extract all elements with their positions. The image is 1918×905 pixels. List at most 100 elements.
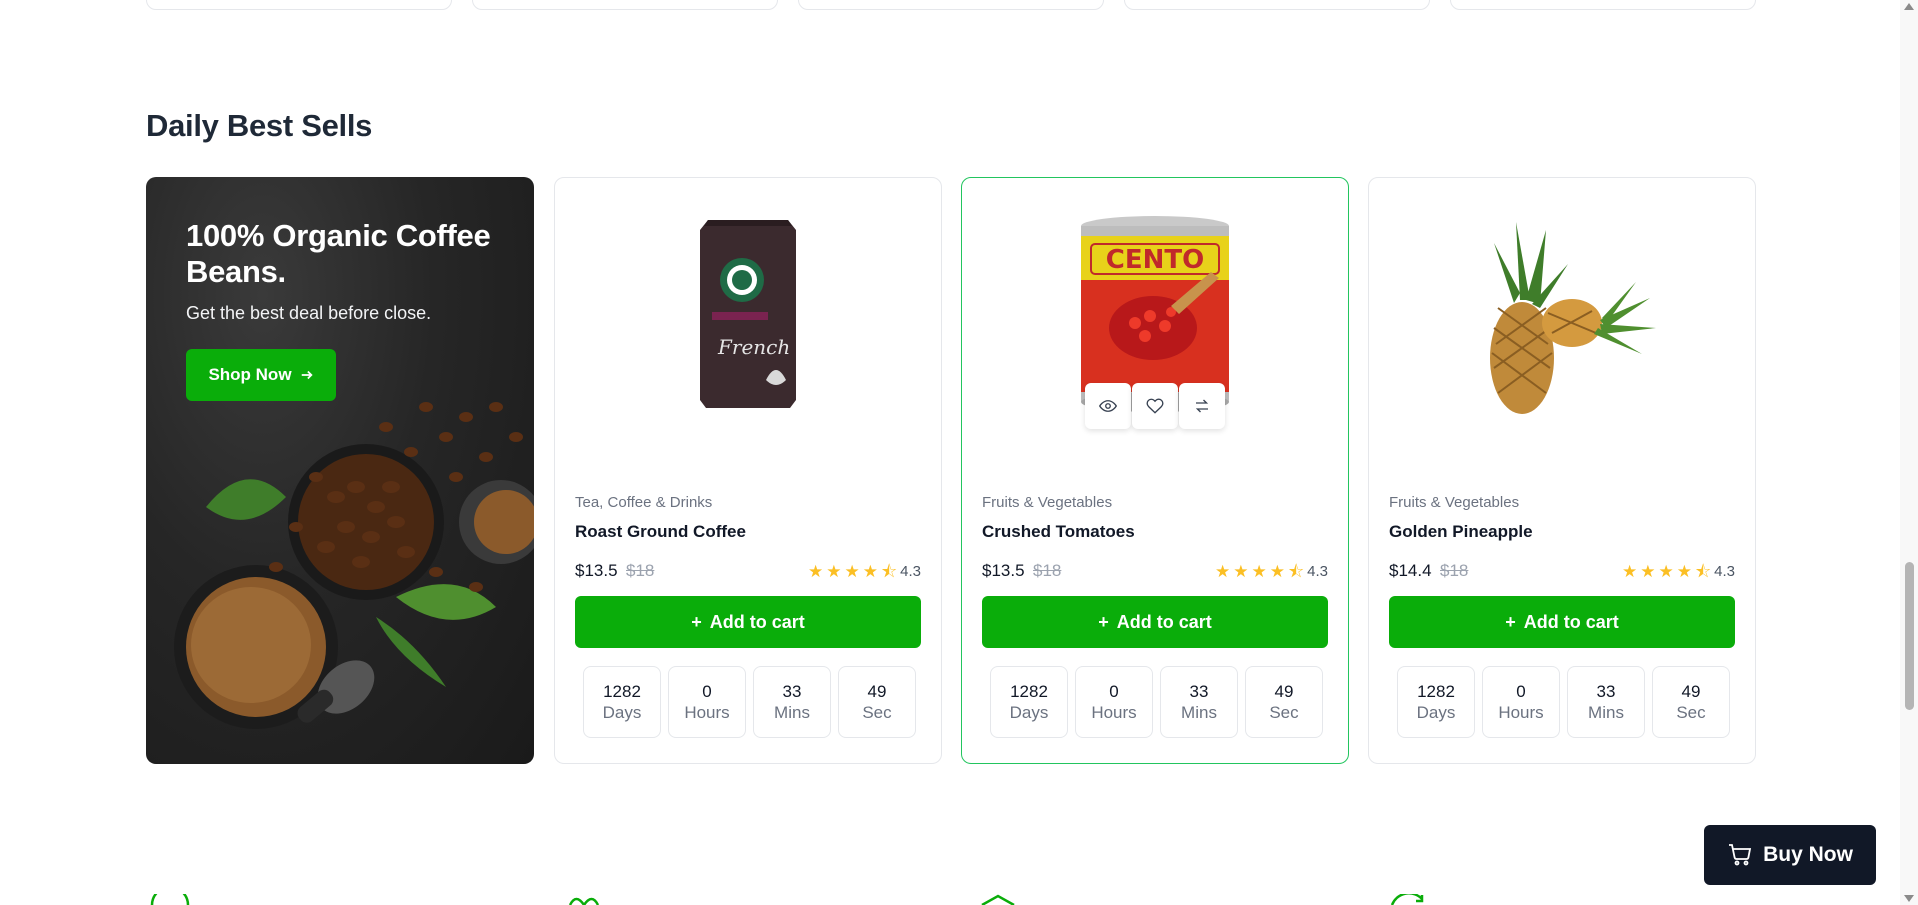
timer-value: 33 bbox=[1189, 682, 1209, 701]
product-category: Tea, Coffee & Drinks bbox=[575, 494, 713, 511]
add-to-cart-label: Add to cart bbox=[1116, 611, 1212, 632]
rating-value: 4.3 bbox=[900, 562, 921, 580]
rating: ★ ★ ★ ★ ⯪ 4.3 bbox=[808, 563, 921, 580]
old-price: $18 bbox=[1440, 561, 1469, 580]
price: $13.5 bbox=[982, 561, 1025, 580]
star-icon: ★ bbox=[826, 561, 842, 581]
timer-label: Hours bbox=[684, 703, 730, 722]
timer-mins: 33 Mins bbox=[1567, 666, 1645, 738]
half-star-icon: ⯪ bbox=[881, 561, 898, 581]
clock-icon bbox=[150, 894, 190, 905]
plus-icon: + bbox=[1505, 611, 1516, 632]
plus-icon: + bbox=[691, 611, 702, 632]
price-row: $13.5 $18 ★ ★ ★ ★ ⯪ 4.3 bbox=[982, 561, 1328, 581]
product-card-partial[interactable] bbox=[1450, 0, 1756, 10]
star-icon: ★ bbox=[1676, 561, 1693, 581]
product-name[interactable]: Roast Ground Coffee bbox=[575, 522, 746, 542]
timer-mins: 33 Mins bbox=[753, 666, 831, 738]
rating: ★ ★ ★ ★ ⯪ 4.3 bbox=[1622, 563, 1735, 580]
can-label: CENTO bbox=[1106, 245, 1204, 275]
timer-label: Days bbox=[1416, 703, 1456, 722]
product-image[interactable]: French bbox=[555, 208, 941, 418]
timer-value: 0 bbox=[702, 682, 712, 701]
product-card-partial[interactable] bbox=[798, 0, 1104, 10]
price-row: $14.4 $18 ★ ★ ★ ★ ⯪ 4.3 bbox=[1389, 561, 1735, 581]
shop-now-button[interactable]: Shop Now bbox=[186, 349, 336, 401]
product-image[interactable] bbox=[1369, 208, 1755, 418]
compare-button[interactable] bbox=[1179, 383, 1225, 429]
product-card-crushed-tomatoes[interactable]: CENTO Fruits & Vegetables Crushed Tomato… bbox=[961, 177, 1349, 764]
half-star-icon: ⯪ bbox=[1695, 561, 1712, 581]
old-price: $18 bbox=[626, 561, 655, 580]
product-name[interactable]: Golden Pineapple bbox=[1389, 522, 1533, 542]
scroll-down-arrow[interactable] bbox=[1904, 895, 1914, 902]
star-icon: ★ bbox=[808, 561, 824, 581]
timer-hours: 0 Hours bbox=[1075, 666, 1153, 738]
star-icon: ★ bbox=[1233, 561, 1249, 581]
buy-now-label: Buy Now bbox=[1763, 843, 1853, 866]
rating-value: 4.3 bbox=[1307, 562, 1328, 580]
product-card-roast-ground-coffee[interactable]: French Tea, Coffee & Drinks Roast Ground… bbox=[554, 177, 942, 764]
add-to-cart-button[interactable]: + Add to cart bbox=[575, 596, 921, 648]
gift-icon bbox=[568, 897, 600, 905]
product-name[interactable]: Crushed Tomatoes bbox=[982, 522, 1135, 542]
wishlist-button[interactable] bbox=[1132, 383, 1178, 429]
timer-secs: 49 Sec bbox=[838, 666, 916, 738]
product-card-partial[interactable] bbox=[1124, 0, 1430, 10]
quick-view-button[interactable] bbox=[1085, 383, 1131, 429]
buy-now-button[interactable]: Buy Now bbox=[1704, 825, 1876, 885]
star-icon: ★ bbox=[1622, 561, 1638, 581]
timer-label: Sec bbox=[1269, 703, 1299, 722]
scrollbar-thumb[interactable] bbox=[1905, 562, 1914, 710]
product-card-golden-pineapple[interactable]: Fruits & Vegetables Golden Pineapple $14… bbox=[1368, 177, 1756, 764]
promo-banner: 100% Organic Coffee Beans. Get the best … bbox=[146, 177, 534, 764]
quick-actions bbox=[962, 383, 1348, 429]
star-icon: ★ bbox=[1215, 561, 1231, 581]
timer-value: 1282 bbox=[603, 682, 641, 701]
timer-label: Hours bbox=[1091, 703, 1137, 722]
price: $13.5 bbox=[575, 561, 618, 580]
star-icon: ★ bbox=[862, 561, 879, 581]
timer-mins: 33 Mins bbox=[1160, 666, 1238, 738]
timer-secs: 49 Sec bbox=[1245, 666, 1323, 738]
timer-label: Days bbox=[602, 703, 642, 722]
product-card-partial[interactable] bbox=[146, 0, 452, 10]
compare-icon bbox=[1195, 399, 1209, 413]
coffee-bag-image: French bbox=[700, 220, 796, 408]
product-category: Fruits & Vegetables bbox=[1389, 494, 1520, 511]
timer-hours: 0 Hours bbox=[668, 666, 746, 738]
add-to-cart-label: Add to cart bbox=[1523, 611, 1619, 632]
timer-value: 1282 bbox=[1010, 682, 1048, 701]
bag-label: French bbox=[717, 335, 790, 359]
section-title: Daily Best Sells bbox=[146, 108, 373, 143]
timer-value: 33 bbox=[782, 682, 802, 701]
timer-value: 0 bbox=[1516, 682, 1526, 701]
scroll-up-arrow[interactable] bbox=[1904, 3, 1914, 10]
timer-value: 49 bbox=[867, 682, 887, 701]
star-icon: ★ bbox=[1251, 561, 1267, 581]
shop-now-label: Shop Now bbox=[208, 365, 292, 384]
timer-label: Sec bbox=[862, 703, 892, 722]
previous-section-cards bbox=[146, 0, 1756, 10]
promo-subtitle: Get the best deal before close. bbox=[186, 303, 432, 323]
product-category: Fruits & Vegetables bbox=[982, 494, 1113, 511]
scrollbar[interactable] bbox=[1900, 0, 1918, 905]
eye-icon bbox=[1099, 400, 1117, 412]
star-icon: ★ bbox=[1269, 561, 1286, 581]
rating: ★ ★ ★ ★ ⯪ 4.3 bbox=[1215, 563, 1328, 580]
add-to-cart-button[interactable]: + Add to cart bbox=[982, 596, 1328, 648]
add-to-cart-button[interactable]: + Add to cart bbox=[1389, 596, 1735, 648]
pineapple-image bbox=[1474, 222, 1656, 414]
timer-label: Mins bbox=[1181, 703, 1217, 722]
package-icon bbox=[981, 894, 1015, 905]
star-icon: ★ bbox=[1658, 561, 1674, 581]
cart-icon bbox=[1729, 844, 1752, 866]
timer-days: 1282 Days bbox=[1397, 666, 1475, 738]
timer-hours: 0 Hours bbox=[1482, 666, 1560, 738]
old-price: $18 bbox=[1033, 561, 1062, 580]
timer-days: 1282 Days bbox=[990, 666, 1068, 738]
add-to-cart-label: Add to cart bbox=[709, 611, 805, 632]
countdown-timer: 1282 Days 0 Hours 33 Mins 49 Sec bbox=[990, 666, 1323, 738]
timer-value: 49 bbox=[1681, 682, 1701, 701]
product-card-partial[interactable] bbox=[472, 0, 778, 10]
